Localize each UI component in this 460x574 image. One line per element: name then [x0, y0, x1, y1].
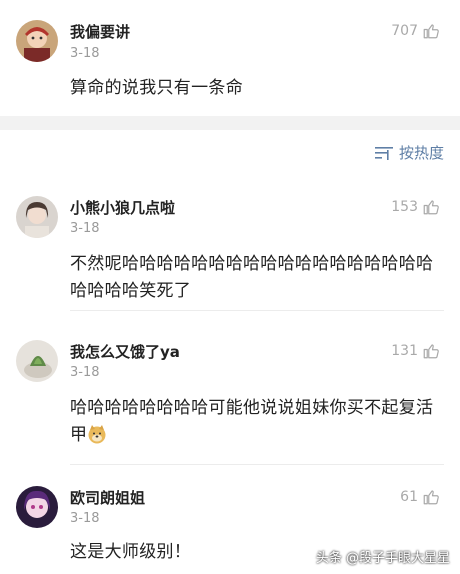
thumbs-up-icon — [423, 24, 439, 39]
sort-icon — [374, 146, 393, 160]
divider — [70, 310, 444, 311]
avatar-image — [16, 20, 58, 62]
comment-text: 哈哈哈哈哈哈哈哈可能他说说姐妹你买不起复活甲 — [70, 395, 442, 449]
comment-text-body: 哈哈哈哈哈哈哈哈可能他说说姐妹你买不起复活甲 — [70, 398, 434, 445]
comment-item: 我怎么又饿了ya 3-18 131 哈哈哈哈哈哈哈哈可能他说说姐妹你买不起复活甲 — [0, 332, 460, 466]
username[interactable]: 小熊小狼几点啦 — [70, 197, 175, 218]
username[interactable]: 我怎么又饿了ya — [70, 341, 180, 362]
comment-text: 算命的说我只有一条命 — [70, 78, 243, 98]
avatar[interactable] — [16, 196, 58, 238]
like-button[interactable]: 61 — [400, 488, 440, 506]
username[interactable]: 我偏要讲 — [70, 21, 130, 42]
avatar[interactable] — [16, 486, 58, 528]
comment-date: 3-18 — [70, 365, 100, 380]
sort-by-hot-button[interactable]: 按热度 — [374, 142, 444, 163]
watermark: 头条 @段子手眼大星星 — [315, 551, 450, 566]
comment-text: 不然呢哈哈哈哈哈哈哈哈哈哈哈哈哈哈哈哈哈哈哈哈哈哈笑死了 — [70, 254, 434, 301]
like-count: 707 — [391, 23, 418, 39]
thumbs-up-icon — [423, 490, 439, 505]
username[interactable]: 欧司朗姐姐 — [70, 487, 145, 508]
section-divider — [0, 116, 460, 130]
like-count: 131 — [391, 343, 418, 359]
thumbs-up-icon — [423, 344, 439, 359]
avatar-image — [16, 196, 58, 238]
post-date: 3-18 — [70, 46, 100, 61]
avatar-image — [16, 486, 58, 528]
divider — [70, 464, 444, 465]
like-button[interactable]: 131 — [391, 342, 440, 360]
avatar[interactable] — [16, 20, 58, 62]
avatar-image — [16, 340, 58, 382]
like-button[interactable]: 153 — [391, 198, 440, 216]
comment-date: 3-18 — [70, 511, 100, 526]
main-post: 我偏要讲 3-18 707 算命的说我只有一条命 — [0, 0, 460, 114]
like-button[interactable]: 707 — [391, 22, 440, 40]
comment-date: 3-18 — [70, 221, 100, 236]
sort-label: 按热度 — [398, 144, 444, 162]
doge-emoji — [88, 425, 106, 444]
like-count: 153 — [391, 199, 418, 215]
comment-item: 小熊小狼几点啦 3-18 153 不然呢哈哈哈哈哈哈哈哈哈哈哈哈哈哈哈哈哈哈哈哈… — [0, 188, 460, 312]
avatar[interactable] — [16, 340, 58, 382]
thumbs-up-icon — [423, 200, 439, 215]
like-count: 61 — [400, 489, 418, 505]
